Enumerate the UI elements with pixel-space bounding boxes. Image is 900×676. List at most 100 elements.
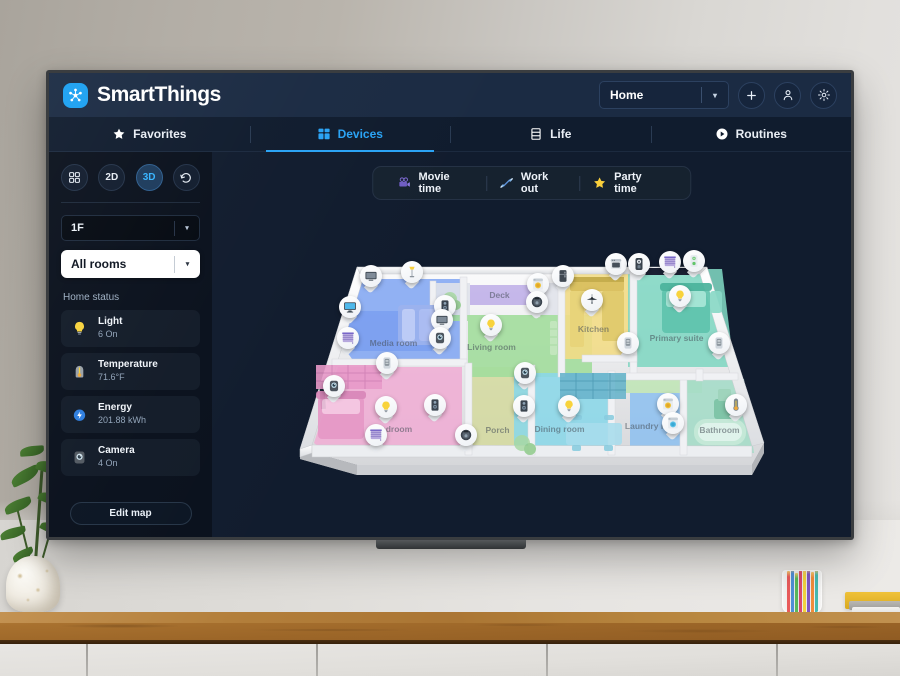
tab-routines[interactable]: Routines: [650, 117, 852, 151]
robot-vac-icon: [525, 290, 548, 313]
lightbulb-icon: [668, 284, 691, 307]
chevron-down-icon: ▾: [185, 225, 189, 232]
app-body: 2D 3D 1F ▾ All rooms ▾ Home status Light…: [49, 152, 851, 537]
floor-lamp-icon: [400, 260, 423, 283]
device-pin-blinds[interactable]: [658, 250, 681, 280]
status-card-camera[interactable]: Camera 4 On: [61, 439, 200, 476]
device-pin-blinds[interactable]: [364, 423, 387, 453]
divider: [61, 202, 200, 203]
monitor-icon: [338, 295, 361, 318]
header-actions: Home ▾: [599, 81, 837, 109]
edit-map-button[interactable]: Edit map: [69, 502, 192, 525]
device-pin-blinds[interactable]: [336, 326, 359, 356]
status-card-value: 201.88 kWh: [98, 414, 147, 425]
thermostat-icon: [627, 252, 650, 275]
tiles-icon: [69, 172, 80, 183]
lightbulb-icon: [557, 394, 580, 417]
scene-work-out[interactable]: Work out: [487, 171, 579, 195]
scene-movie-time[interactable]: Movie time: [385, 171, 486, 195]
device-pin-lightbulb[interactable]: [668, 284, 691, 314]
profile-button[interactable]: [774, 81, 801, 109]
view-mode-3d[interactable]: 3D: [135, 164, 163, 191]
tab-favorites[interactable]: Favorites: [49, 117, 250, 151]
status-card-title: Camera: [98, 445, 135, 457]
room-selector-value: All rooms: [71, 257, 127, 271]
tab-life[interactable]: Life: [450, 117, 651, 151]
device-pin-air-purifier[interactable]: [375, 351, 398, 381]
thermometer-icon: [724, 393, 747, 416]
device-pin-lightbulb[interactable]: [374, 395, 397, 425]
device-pin-fridge[interactable]: [551, 264, 574, 294]
oven-icon: [604, 252, 627, 275]
device-pin-oven[interactable]: [604, 252, 627, 282]
blinds-icon: [364, 423, 387, 446]
floorplan-viewport[interactable]: Media room Deck Living room Kitchen Prim…: [212, 196, 851, 537]
scene-label: Party time: [614, 171, 642, 195]
device-pin-speaker[interactable]: [512, 394, 535, 424]
device-pin-robot-vac[interactable]: [454, 423, 477, 453]
scene-label: Work out: [520, 171, 549, 195]
status-card-light[interactable]: Light 6 On: [61, 310, 200, 347]
tab-devices[interactable]: Devices: [249, 117, 451, 152]
smartthings-logo-icon: [63, 82, 88, 108]
status-card-title: Energy: [98, 402, 132, 414]
device-pin-floor-lamp[interactable]: [400, 260, 423, 290]
lightbulb-icon: [70, 319, 89, 338]
camera-icon: [322, 374, 345, 397]
device-pin-lightbulb[interactable]: [479, 313, 502, 343]
tv-icon: [359, 264, 382, 287]
device-pin-dryer[interactable]: [661, 411, 684, 441]
cabinet-seam: [776, 644, 778, 676]
cabinet-seam: [316, 644, 318, 676]
star-icon: [113, 128, 125, 139]
settings-button[interactable]: [810, 81, 837, 109]
view-mode-tiles[interactable]: [61, 164, 88, 191]
device-pin-lightbulb[interactable]: [557, 394, 580, 424]
dumbbell-icon: [500, 178, 513, 188]
camera-icon: [70, 448, 89, 467]
floorplan-3d[interactable]: Media room Deck Living room Kitchen Prim…: [282, 247, 782, 487]
device-pin-camera[interactable]: [513, 361, 536, 391]
home-selector[interactable]: Home ▾: [599, 81, 729, 109]
device-pin-switch[interactable]: [682, 249, 705, 279]
room-selector[interactable]: All rooms ▾: [61, 250, 200, 278]
status-card-value: 4 On: [98, 457, 118, 468]
scene-party-time[interactable]: Party time: [580, 171, 678, 195]
status-card-energy[interactable]: Energy 201.88 kWh: [61, 396, 200, 433]
device-pin-ceiling-fan[interactable]: [580, 288, 603, 318]
add-button[interactable]: [738, 81, 765, 109]
device-pin-monitor[interactable]: [338, 295, 361, 325]
speaker-icon: [512, 394, 535, 417]
floor-selector-value: 1F: [71, 222, 84, 234]
device-pin-camera[interactable]: [428, 326, 451, 356]
status-card-temperature[interactable]: Temperature 71.6°F: [61, 353, 200, 390]
status-card-value: 6 On: [98, 328, 118, 339]
device-pin-robot-vac[interactable]: [525, 290, 548, 320]
play-icon: [716, 128, 728, 140]
pencil-cup: [782, 570, 822, 614]
view-reset[interactable]: [172, 164, 200, 191]
main-tabs: Favorites Devices Life Routines: [49, 117, 851, 152]
view-mode-2d[interactable]: 2D: [98, 164, 126, 191]
movie-camera-icon: [398, 177, 410, 187]
robot-vac-icon: [454, 423, 477, 446]
device-pin-thermostat[interactable]: [627, 252, 650, 282]
device-pin-speaker[interactable]: [423, 393, 446, 423]
app-title: SmartThings: [97, 83, 221, 106]
main-canvas: Movie time Work out Party time Media roo…: [212, 152, 851, 537]
app-header: SmartThings Home ▾: [49, 73, 851, 117]
device-pin-air-purifier[interactable]: [707, 331, 730, 361]
gear-icon: [817, 89, 830, 101]
device-pin-tv[interactable]: [359, 264, 382, 294]
floor-selector[interactable]: 1F ▾: [61, 215, 200, 241]
device-pin-camera[interactable]: [322, 374, 345, 404]
device-pin-thermometer[interactable]: [724, 393, 747, 423]
ceiling-fan-icon: [580, 288, 603, 311]
view-mode-label: 2D: [105, 172, 119, 183]
lightbulb-icon: [479, 313, 502, 336]
switch-icon: [682, 249, 705, 272]
cabinet-seam: [86, 644, 88, 676]
cabinet-row: [0, 644, 900, 676]
person-icon: [783, 90, 792, 101]
device-pin-air-purifier[interactable]: [616, 331, 639, 361]
